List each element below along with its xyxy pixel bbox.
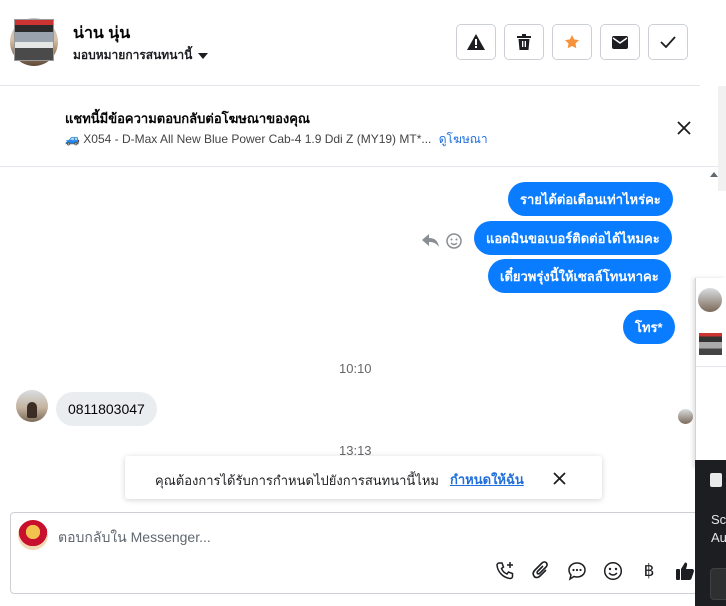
ad-text: 🚙 X054 - D-Max All New Blue Power Cab-4 …: [65, 132, 432, 146]
assign-prompt-text: คุณต้องการได้รับการกำหนดไปยังการสนทนานี้…: [155, 473, 439, 488]
reply-icon[interactable]: [422, 234, 440, 248]
contact-name[interactable]: น่าน นุ่น: [73, 21, 130, 46]
page-avatar: [18, 520, 48, 550]
ad-description: 🚙 X054 - D-Max All New Blue Power Cab-4 …: [65, 130, 488, 149]
mark-unread-button[interactable]: [600, 24, 640, 60]
emoji-button[interactable]: [602, 560, 624, 582]
assign-to-me-link[interactable]: กำหนดให้ฉัน: [450, 469, 524, 490]
send-like-button[interactable]: [674, 560, 696, 582]
scrollbar-track[interactable]: [718, 86, 726, 191]
popup-button[interactable]: [710, 568, 726, 600]
emoji-icon: [603, 561, 623, 581]
close-ad-banner-button[interactable]: [672, 116, 696, 140]
close-toast-button[interactable]: [550, 469, 568, 487]
popup-text-line: Sc: [711, 512, 726, 527]
attach-button[interactable]: [530, 560, 552, 582]
mark-spam-button[interactable]: [456, 24, 496, 60]
popup-text-line: Au: [711, 530, 726, 545]
check-icon: [660, 36, 676, 48]
caret-down-icon: [198, 52, 209, 59]
saved-replies-icon: [568, 562, 586, 581]
star-button[interactable]: [552, 24, 592, 60]
baht-icon: ฿: [643, 561, 655, 580]
thumbs-up-icon: [676, 562, 694, 580]
message-timestamp: 10:10: [339, 361, 372, 376]
call-add-icon: [496, 562, 514, 580]
assign-prompt-toast: คุณต้องการได้รับการกำหนดไปยังการสนทนานี้…: [125, 456, 602, 499]
scroll-up-arrow[interactable]: [710, 172, 718, 177]
warning-icon: [467, 34, 485, 50]
document-icon: [710, 473, 722, 487]
incoming-message[interactable]: 0811803047: [56, 392, 157, 426]
side-panel-avatar[interactable]: [698, 288, 722, 312]
assign-conversation-dropdown[interactable]: มอบหมายการสนทนานี้: [73, 46, 209, 65]
outgoing-message[interactable]: โทร*: [623, 310, 675, 344]
reply-input[interactable]: [58, 526, 478, 548]
mail-icon: [612, 35, 628, 49]
read-receipt-avatar: [678, 409, 693, 424]
outgoing-message[interactable]: เดี๋ยวพรุ่งนี้ให้เซลล์โทนหาคะ: [488, 259, 671, 293]
message-actions: [422, 233, 462, 249]
trash-icon: [517, 34, 531, 50]
delete-button[interactable]: [504, 24, 544, 60]
side-panel-ad-thumbnail[interactable]: [699, 333, 722, 355]
saved-replies-button[interactable]: [566, 560, 588, 582]
ad-banner-title: แชทนี้มีข้อความตอบกลับต่อโฆษณาของคุณ: [65, 111, 310, 126]
close-icon: [677, 121, 691, 135]
react-emoji-icon[interactable]: [446, 233, 462, 249]
close-icon: [552, 471, 566, 485]
outgoing-message[interactable]: รายได้ต่อเดือนเท่าไหร่คะ: [508, 182, 673, 216]
reply-composer: [10, 512, 698, 594]
payment-button[interactable]: ฿: [638, 560, 660, 582]
star-icon: [565, 35, 579, 49]
assign-label: มอบหมายการสนทนานี้: [73, 48, 193, 62]
contact-avatar-small[interactable]: [16, 390, 48, 422]
side-panel-divider: [696, 366, 726, 367]
call-add-button[interactable]: [494, 560, 516, 582]
attachment-icon: [532, 561, 548, 579]
view-ad-link[interactable]: ดูโฆษณา: [439, 132, 488, 146]
outgoing-message[interactable]: แอดมินขอเบอร์ติดต่อได้ไหมคะ: [474, 221, 672, 255]
mark-done-button[interactable]: [648, 24, 688, 60]
ad-thumbnail[interactable]: [14, 19, 54, 61]
